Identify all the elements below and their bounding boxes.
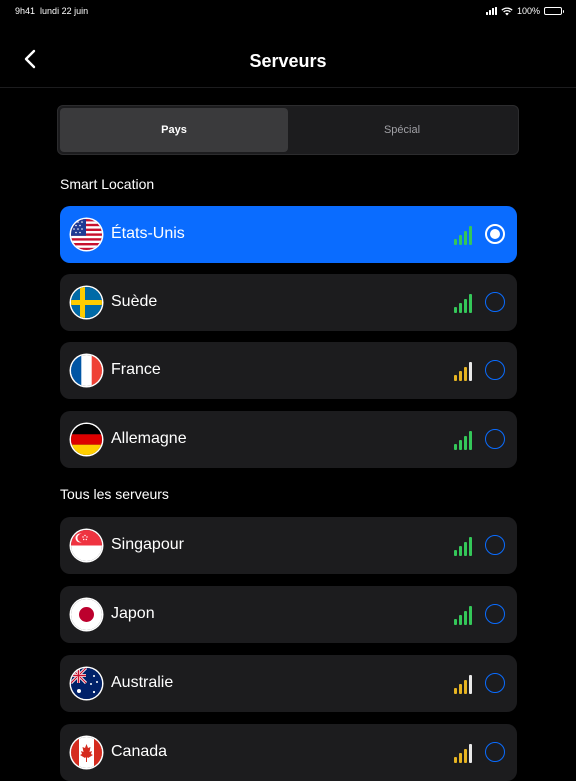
nav-bar: Serveurs	[0, 24, 576, 88]
server-row-label: Allemagne	[111, 430, 187, 447]
tab-special[interactable]: Spécial	[288, 108, 516, 152]
japan-flag-icon	[71, 599, 102, 630]
signal-strength-icon	[454, 428, 472, 450]
battery-percent: 100%	[516, 6, 540, 16]
server-row-france[interactable]: France	[60, 342, 517, 399]
segmented-control: Pays Spécial	[57, 105, 519, 155]
status-date: lundi 22 juin	[40, 6, 89, 16]
status-time-date: 9h41 lundi 22 juin	[15, 6, 88, 16]
radio-button[interactable]	[485, 535, 505, 555]
cellular-signal-icon	[485, 7, 497, 15]
server-row-label: Australie	[111, 674, 174, 691]
wifi-icon	[501, 6, 513, 15]
signal-strength-icon	[454, 291, 472, 313]
tab-pays[interactable]: Pays	[60, 108, 288, 152]
signal-strength-icon	[454, 534, 472, 556]
radio-button[interactable]	[485, 429, 505, 449]
server-row-label: États-Unis	[111, 225, 185, 242]
server-row-label: France	[111, 361, 161, 378]
status-right: 100%	[485, 6, 564, 16]
status-time: 9h41	[15, 6, 36, 16]
france-flag-icon	[71, 355, 102, 386]
server-row-label: Singapour	[111, 536, 184, 553]
server-row-label: Japon	[111, 605, 155, 622]
us-flag-icon	[71, 219, 102, 250]
signal-strength-icon	[454, 359, 472, 381]
sweden-flag-icon	[71, 287, 102, 318]
radio-button[interactable]	[485, 292, 505, 312]
section-title-all-servers: Tous les serveurs	[60, 486, 169, 502]
server-row-japon[interactable]: Japon	[60, 586, 517, 643]
signal-strength-icon	[454, 741, 472, 763]
battery-icon	[544, 7, 564, 15]
server-row-australie[interactable]: Australie	[60, 655, 517, 712]
signal-strength-icon	[454, 672, 472, 694]
radio-button[interactable]	[485, 604, 505, 624]
germany-flag-icon	[71, 424, 102, 455]
status-bar: 9h41 lundi 22 juin 100%	[0, 0, 576, 24]
signal-strength-icon	[454, 223, 472, 245]
server-row-allemagne[interactable]: Allemagne	[60, 411, 517, 468]
server-row-canada[interactable]: Canada	[60, 724, 517, 781]
signal-strength-icon	[454, 603, 472, 625]
server-row-suede[interactable]: Suède	[60, 274, 517, 331]
radio-button-selected[interactable]	[485, 224, 505, 244]
radio-button[interactable]	[485, 742, 505, 762]
server-row-etats-unis[interactable]: États-Unis	[60, 206, 517, 263]
page-title: Serveurs	[249, 51, 327, 71]
server-row-singapour[interactable]: Singapour	[60, 517, 517, 574]
radio-button[interactable]	[485, 360, 505, 380]
singapore-flag-icon	[71, 530, 102, 561]
server-row-label: Suède	[111, 293, 158, 310]
canada-flag-icon	[71, 737, 102, 768]
australia-flag-icon	[71, 668, 102, 699]
radio-button[interactable]	[485, 673, 505, 693]
server-row-label: Canada	[111, 743, 168, 760]
section-title-smart-location: Smart Location	[60, 176, 155, 192]
